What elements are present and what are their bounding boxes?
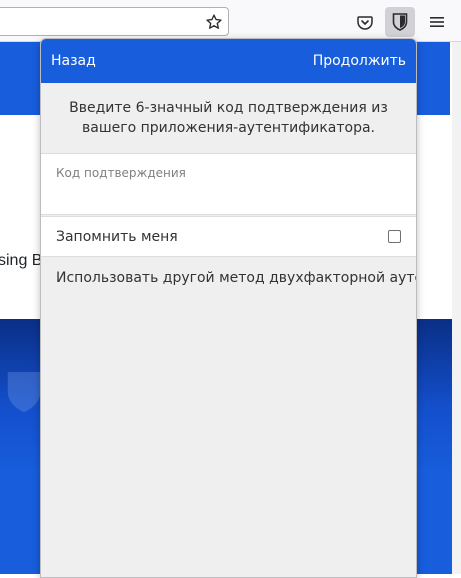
page-text-snippet: sing B (0, 252, 43, 269)
continue-button[interactable]: Продолжить (313, 53, 406, 69)
use-other-2fa-method-link[interactable]: Использовать другой метод двухфакторной … (56, 270, 416, 286)
bitwarden-extension-button[interactable] (385, 7, 415, 37)
star-icon (205, 13, 223, 31)
page-scrollbar[interactable] (452, 42, 461, 574)
remember-me-checkbox[interactable] (388, 230, 401, 243)
verification-code-field[interactable]: Код подтверждения (41, 153, 416, 215)
bitwarden-popup: Назад Продолжить Введите 6-значный код п… (40, 38, 417, 578)
bookmark-star-button[interactable] (199, 7, 229, 36)
remember-me-label: Запомнить меня (56, 229, 178, 245)
url-bar[interactable] (0, 7, 229, 36)
bitwarden-shield-icon (392, 13, 408, 31)
hamburger-menu-icon (430, 16, 444, 28)
remember-me-row[interactable]: Запомнить меня (41, 216, 416, 257)
url-input[interactable] (3, 8, 197, 35)
app-menu-button[interactable] (422, 7, 452, 37)
verification-code-input[interactable] (56, 186, 401, 208)
pocket-button[interactable] (350, 7, 380, 37)
bitwarden-logo-icon (4, 369, 44, 419)
browser-toolbar (0, 0, 461, 42)
instruction-text: Введите 6-значный код подтверждения из в… (69, 100, 388, 136)
back-button[interactable]: Назад (51, 53, 96, 69)
verification-code-label: Код подтверждения (56, 166, 186, 180)
pocket-icon (357, 14, 373, 30)
popup-header: Назад Продолжить (41, 39, 416, 83)
